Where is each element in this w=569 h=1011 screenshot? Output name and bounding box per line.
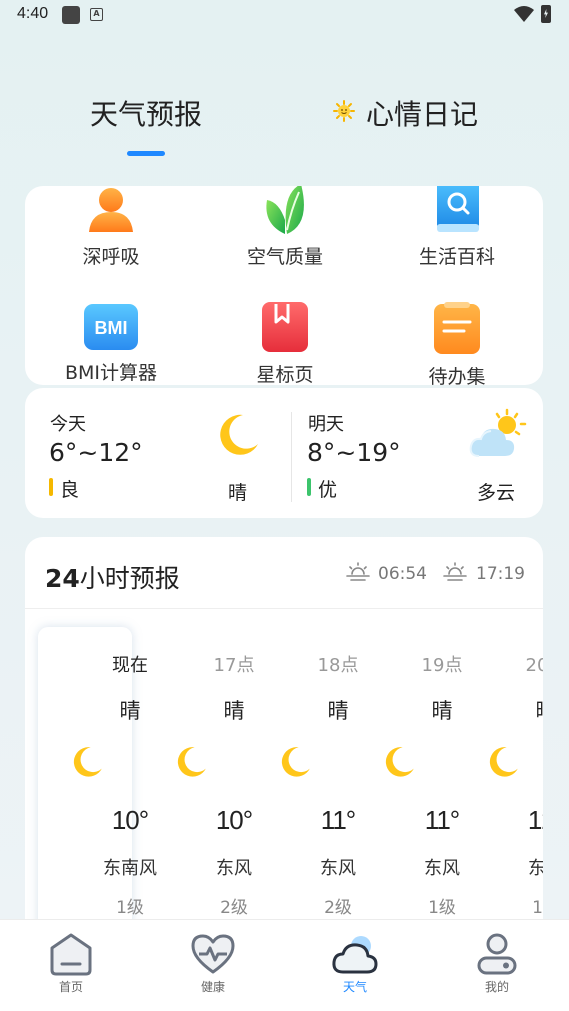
nav-label: 首页	[58, 980, 83, 994]
hour-wind-level: 1级	[532, 898, 543, 918]
today-label: 今天	[50, 414, 86, 435]
hour-condition: 晴	[119, 699, 141, 723]
heart-pulse-icon	[191, 934, 235, 974]
hour-condition: 晴	[327, 699, 349, 723]
hour-wind-level: 1级	[116, 898, 144, 918]
sunrise-time: 06:54	[378, 564, 427, 584]
daily-forecast-card[interactable]: 今天 6°~12° 良 晴 明天 8°~19° 优 多云	[25, 388, 543, 518]
today-temp: 6°~12°	[49, 438, 143, 467]
battery-icon	[541, 5, 551, 23]
tool-bmi-calculator[interactable]: BMI BMI计算器	[36, 302, 186, 385]
search-book-icon	[437, 186, 479, 232]
nav-label: 健康	[200, 980, 225, 994]
nav-label: 我的	[484, 980, 509, 994]
moon-icon	[281, 747, 310, 777]
hour-time: 17点	[213, 655, 255, 676]
status-bar: 4:40 A	[0, 0, 569, 30]
tool-label: BMI计算器	[64, 362, 158, 384]
tab-indicator	[127, 151, 165, 156]
tool-life-encyclopedia[interactable]: 生活百科	[382, 186, 532, 269]
tool-air-quality[interactable]: 空气质量	[210, 186, 360, 269]
status-time: 4:40	[17, 5, 49, 22]
notes-icon	[434, 302, 480, 354]
person-icon	[89, 188, 133, 232]
hourly-title-number: 24	[45, 564, 80, 593]
divider	[25, 608, 543, 609]
tool-label: 生活百科	[418, 246, 495, 268]
nav-home[interactable]: 首页	[11, 920, 131, 995]
tool-deep-breath[interactable]: 深呼吸	[36, 186, 186, 269]
tab-mood-diary[interactable]: 心情日记	[366, 93, 478, 133]
hour-temp: 12°	[527, 805, 543, 835]
hour-temp: 10°	[215, 805, 253, 835]
user-icon	[477, 933, 517, 975]
nav-weather[interactable]: 天气	[295, 920, 415, 995]
hour-time: 现在	[112, 655, 148, 676]
hour-wind: 东风	[320, 858, 356, 879]
hour-time: 20点	[525, 655, 543, 676]
nav-profile[interactable]: 我的	[437, 920, 557, 995]
tomorrow-label: 明天	[308, 414, 344, 435]
hour-time: 18点	[317, 655, 359, 676]
hour-time: 19点	[421, 655, 463, 676]
nav-health[interactable]: 健康	[153, 920, 273, 995]
hour-temp: 10°	[111, 805, 149, 835]
sunrise-icon	[346, 562, 370, 581]
svg-text:BMI: BMI	[95, 318, 128, 338]
sunset-icon	[443, 562, 467, 581]
tool-starred-pages[interactable]: 星标页	[210, 302, 360, 385]
tomorrow-air-indicator	[307, 478, 311, 496]
hour-wind: 东南风	[103, 858, 157, 879]
today-condition: 晴	[228, 482, 248, 504]
hourly-title: 24小时预报	[45, 559, 180, 595]
tool-label: 待办集	[428, 366, 486, 385]
weather-cloud-icon	[332, 936, 378, 974]
hour-temp: 11°	[424, 805, 460, 835]
nav-label: 天气	[342, 980, 367, 994]
hourly-title-text: 小时预报	[79, 564, 180, 593]
app-notification-icon: A	[90, 8, 103, 21]
sun-face-icon	[333, 100, 355, 122]
hour-wind-level: 2级	[220, 898, 248, 918]
today-air-quality: 良	[60, 479, 80, 501]
hour-wind-level: 2级	[324, 898, 352, 918]
partly-cloudy-icon	[469, 408, 527, 457]
tool-label: 深呼吸	[82, 246, 140, 268]
moon-icon	[489, 747, 518, 777]
wifi-icon	[514, 6, 534, 22]
moon-icon	[220, 414, 258, 455]
divider	[291, 412, 292, 502]
sunset-time: 17:19	[476, 564, 525, 584]
tool-label: 空气质量	[246, 246, 323, 268]
bottom-nav: 首页 健康 天气 我的	[0, 919, 569, 1011]
bookmark-icon	[262, 302, 308, 352]
hour-wind: 东风	[424, 858, 460, 879]
bmi-icon: BMI	[84, 304, 138, 350]
hour-wind: 东风	[528, 858, 543, 879]
tomorrow-air-quality: 优	[318, 479, 338, 501]
tools-card: 深呼吸 空气质量 生活百科 BMI BMI计算器 星标页 待办集	[25, 186, 543, 385]
leaf-icon	[266, 186, 304, 234]
moon-icon	[177, 747, 206, 777]
tool-label: 星标页	[256, 364, 314, 385]
tab-weather-forecast[interactable]: 天气预报	[90, 93, 202, 133]
hour-temp: 11°	[320, 805, 356, 835]
hour-condition: 晴	[501, 695, 544, 725]
hour-condition: 晴	[431, 699, 453, 723]
hourly-forecast-card: 24小时预报 06:54 17:19 现在 晴 10° 东南风 1级 17点 晴…	[25, 537, 543, 937]
hour-wind-level: 1级	[428, 898, 456, 918]
moon-icon	[73, 747, 102, 777]
today-air-indicator	[49, 478, 53, 496]
moon-icon	[385, 747, 414, 777]
tomorrow-condition: 多云	[477, 482, 516, 504]
hour-wind: 东风	[216, 858, 252, 879]
notification-icon	[62, 6, 80, 24]
tool-todo[interactable]: 待办集	[382, 302, 532, 385]
tomorrow-temp: 8°~19°	[307, 438, 401, 467]
hour-condition: 晴	[223, 699, 245, 723]
home-icon	[50, 933, 92, 976]
